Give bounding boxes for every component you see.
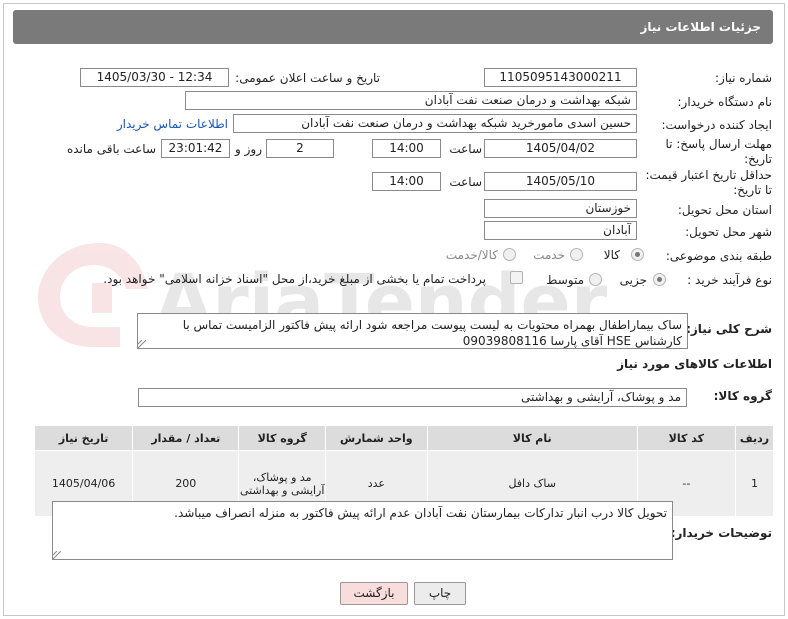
table-header-row: ردیف کد کالا نام کالا واحد شمارش گروه کا…	[33, 425, 775, 451]
col-unit-header: واحد شمارش	[325, 425, 428, 451]
province-label: استان محل تحویل:	[677, 203, 772, 217]
category-radio-goods[interactable]	[631, 248, 644, 261]
need-number-label: شماره نیاز:	[715, 71, 772, 85]
announce-datetime-label: تاریخ و ساعت اعلان عمومی:	[235, 71, 380, 85]
remaining-time-field: 23:01:42	[161, 139, 230, 158]
purchase-type-option-minor: جزیی	[619, 273, 647, 287]
col-date-header: تاریخ نیاز	[33, 425, 134, 451]
purchase-type-option-medium: متوسط	[546, 273, 584, 287]
price-validity-label: حداقل تاریخ اعتبار قیمت:	[645, 168, 772, 182]
province-field: خوزستان	[484, 199, 637, 218]
resize-handle-icon[interactable]	[138, 340, 146, 348]
resize-handle-icon[interactable]	[53, 551, 61, 559]
reply-days-field: 2	[266, 139, 334, 158]
purchase-type-radio-medium[interactable]	[589, 273, 602, 286]
reply-time-field: 14:00	[372, 139, 441, 158]
requester-field: حسین اسدی مامورخرید شبکه بهداشت و درمان …	[233, 114, 637, 133]
cell-row: 1	[734, 450, 775, 517]
price-validity-label-2: تا تاریخ:	[733, 183, 772, 197]
purchase-type-radio-minor[interactable]	[653, 273, 666, 286]
reply-date-field: 1405/04/02	[484, 139, 637, 158]
reply-deadline-label: مهلت ارسال پاسخ: تا	[665, 137, 772, 151]
city-field: آبادان	[484, 221, 637, 240]
remaining-time-label: ساعت باقی مانده	[66, 142, 156, 156]
reply-deadline-label-2: تاریخ:	[744, 152, 772, 166]
category-option-goods: کالا	[603, 248, 620, 262]
print-button[interactable]: چاپ	[414, 582, 466, 605]
back-button[interactable]: بازگشت	[340, 582, 408, 605]
need-number-field: 1105095143000211	[484, 68, 637, 87]
goods-section-title: اطلاعات کالاهای مورد نیاز	[617, 357, 772, 371]
general-description-textarea[interactable]: ساک بیماراطفال بهمراه محتویات به لیست پی…	[137, 313, 688, 349]
buyer-org-label: نام دستگاه خریدار:	[677, 95, 773, 109]
col-code-header: کد کالا	[636, 425, 736, 451]
requester-label: ایجاد کننده درخواست:	[661, 118, 772, 132]
col-name-header: نام کالا	[426, 425, 638, 451]
goods-group-field: مد و پوشاک، آرایشی و بهداشتی	[138, 388, 687, 407]
category-option-service: خدمت	[533, 248, 565, 262]
price-validity-time-field: 14:00	[372, 172, 441, 191]
col-row-header: ردیف	[734, 425, 775, 451]
buyer-notes-label: توضیحات خریدار:	[670, 526, 772, 540]
buyer-notes-textarea[interactable]: تحویل کالا درب انبار تدارکات بیمارستان ن…	[52, 501, 673, 560]
category-label: طبقه بندی موضوعی:	[665, 249, 772, 263]
page-title: جزئیات اطلاعات نیاز	[640, 20, 761, 34]
page-header: جزئیات اطلاعات نیاز	[13, 10, 773, 44]
buyer-org-field: شبکه بهداشت و درمان صنعت نفت آبادان	[185, 91, 637, 110]
col-group-header: گروه کالا	[238, 425, 327, 451]
announce-datetime-field: 1405/03/30 - 12:34	[80, 68, 229, 87]
category-option-goods-service: کالا/خدمت	[445, 248, 498, 262]
general-description-label: شرح کلی نیاز:	[686, 322, 772, 336]
purchase-type-label: نوع فرآیند خرید :	[687, 273, 772, 287]
price-validity-date-field: 1405/05/10	[484, 172, 637, 191]
category-radio-service[interactable]	[570, 248, 583, 261]
city-label: شهر محل تحویل:	[685, 225, 772, 239]
treasury-payment-checkbox[interactable]	[510, 271, 523, 284]
category-radio-goods-service[interactable]	[503, 248, 516, 261]
reply-days-label: روز و	[235, 142, 262, 156]
treasury-payment-note: پرداخت تمام یا بخشی از مبلغ خرید،از محل …	[103, 272, 486, 286]
reply-time-label: ساعت	[449, 142, 482, 156]
price-validity-time-label: ساعت	[449, 175, 482, 189]
buyer-contact-link[interactable]: اطلاعات تماس خریدار	[117, 117, 228, 131]
goods-group-label: گروه کالا:	[713, 389, 772, 403]
col-qty-header: تعداد / مقدار	[132, 425, 240, 451]
